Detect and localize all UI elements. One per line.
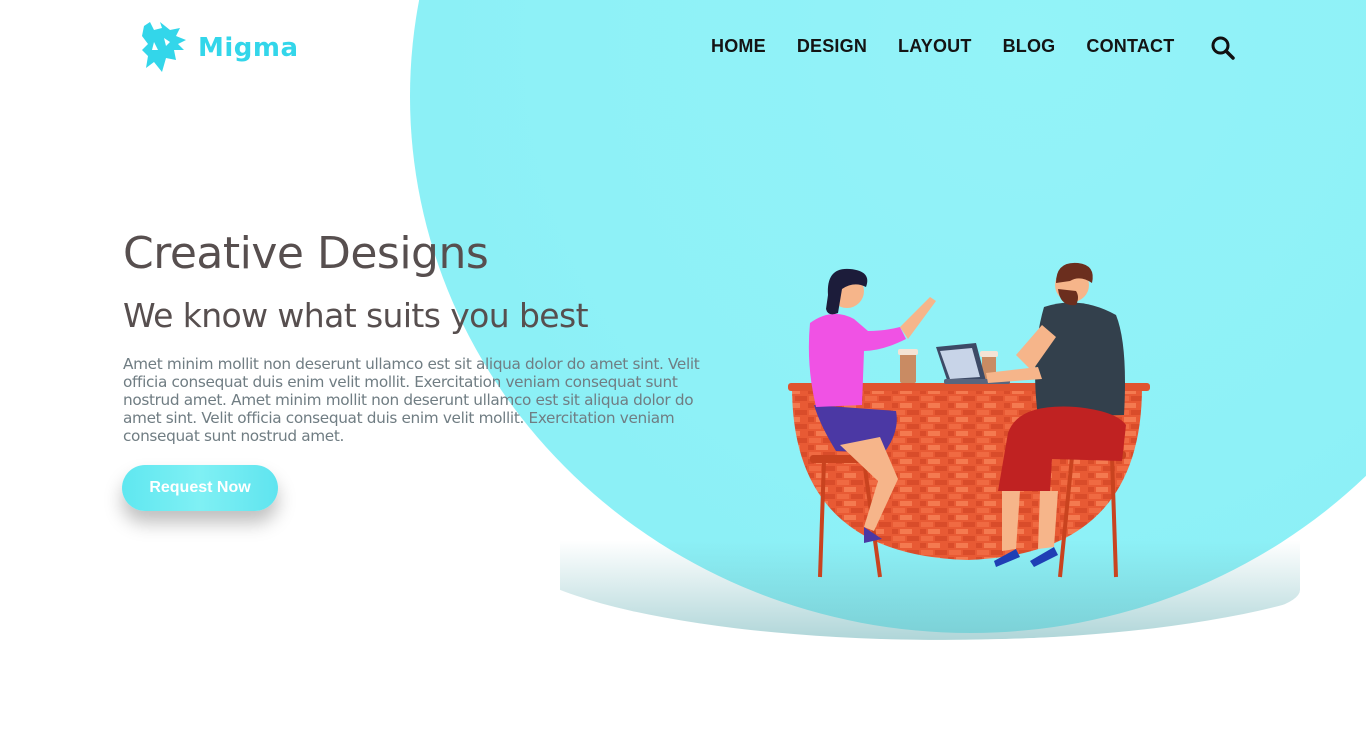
- nav-item-design[interactable]: DESIGN: [797, 36, 867, 57]
- nav-item-home[interactable]: HOME: [711, 36, 766, 57]
- hero-subtitle: We know what suits you best: [123, 296, 589, 335]
- brand-logo[interactable]: Migma: [140, 20, 299, 76]
- people-chatting-illustration: [788, 262, 1150, 578]
- main-nav: HOME DESIGN LAYOUT BLOG CONTACT: [711, 36, 1205, 57]
- migma-bird-logo-icon: [142, 22, 186, 72]
- hero-title: Creative Designs: [123, 228, 489, 279]
- brand-name: Migma: [198, 33, 299, 63]
- search-icon[interactable]: [1210, 35, 1236, 61]
- request-now-button[interactable]: Request Now: [122, 465, 278, 511]
- nav-item-blog[interactable]: BLOG: [1003, 36, 1056, 57]
- hero-body-text: Amet minim mollit non deserunt ullamco e…: [123, 355, 700, 445]
- nav-item-layout[interactable]: LAYOUT: [898, 36, 972, 57]
- landing-page: Migma HOME DESIGN LAYOUT BLOG CONTACT Cr…: [0, 0, 1366, 741]
- nav-item-contact[interactable]: CONTACT: [1086, 36, 1174, 57]
